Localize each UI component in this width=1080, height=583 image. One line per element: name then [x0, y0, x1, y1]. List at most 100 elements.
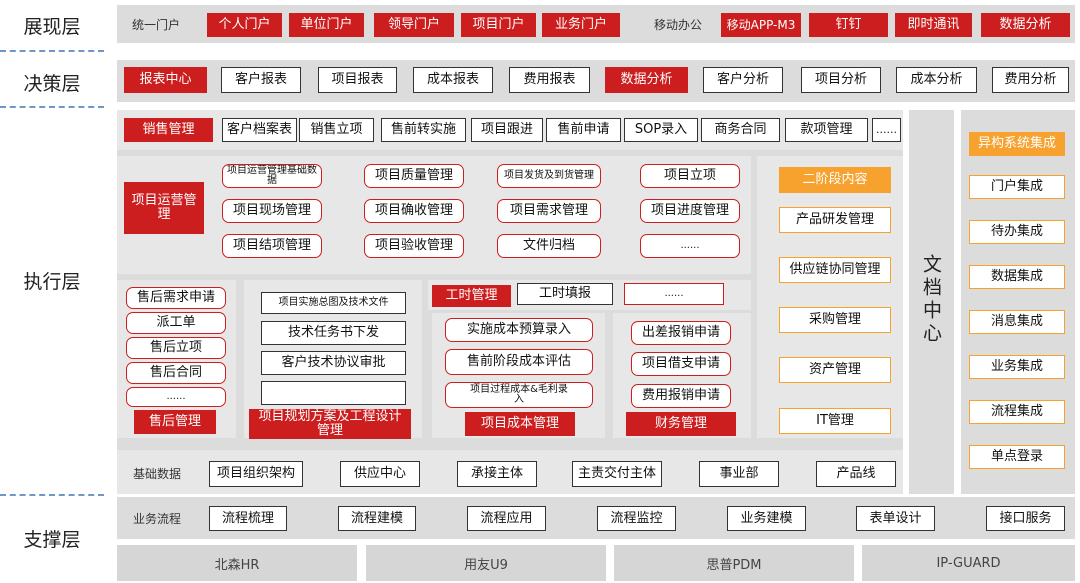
presales-cost-eval[interactable]: 售前阶段成本评估	[445, 349, 593, 375]
project-ops-more[interactable]: ......	[640, 234, 740, 258]
asset-management[interactable]: 资产管理	[779, 357, 891, 383]
project-quality[interactable]: 项目质量管理	[364, 164, 464, 188]
single-sign-on[interactable]: 单点登录	[969, 445, 1065, 469]
project-requirement[interactable]: 项目需求管理	[497, 199, 601, 223]
project-closing[interactable]: 项目结项管理	[222, 234, 322, 258]
after-sales-setup[interactable]: 售后立项	[126, 337, 226, 359]
project-report[interactable]: 项目报表	[318, 67, 397, 93]
planning-empty[interactable]	[261, 381, 406, 405]
business-integration[interactable]: 业务集成	[969, 355, 1065, 379]
message-integration[interactable]: 消息集成	[969, 310, 1065, 334]
portal-personal[interactable]: 个人门户	[207, 13, 282, 37]
travel-reimburse[interactable]: 出差报销申请	[631, 321, 731, 345]
project-shipping[interactable]: 项目发货及到货管理	[497, 164, 601, 188]
interface-service[interactable]: 接口服务	[986, 506, 1065, 531]
cost-title[interactable]: 项目成本管理	[465, 412, 575, 436]
sales-project-setup[interactable]: 销售立项	[299, 118, 374, 142]
sales-more[interactable]: ......	[872, 118, 901, 142]
impl-general-drawing[interactable]: 项目实施总图及技术文件	[261, 292, 406, 314]
expense-analysis[interactable]: 费用分析	[992, 67, 1069, 93]
file-archive[interactable]: 文件归档	[497, 234, 601, 258]
form-design[interactable]: 表单设计	[856, 506, 935, 531]
project-acceptance[interactable]: 项目验收管理	[364, 234, 464, 258]
project-ops-base-data[interactable]: 项目运营管理基础数据	[222, 164, 322, 188]
business-modeling[interactable]: 业务建模	[727, 506, 806, 531]
integration-title[interactable]: 异构系统集成	[969, 132, 1065, 156]
project-ops-title[interactable]: 项目运营管理	[124, 182, 204, 234]
flow-monitoring[interactable]: 流程监控	[597, 506, 676, 531]
todo-integration[interactable]: 待办集成	[969, 220, 1065, 244]
portal-unit[interactable]: 单位门户	[289, 13, 364, 37]
mobile-im[interactable]: 即时通讯	[895, 13, 972, 37]
portal-project[interactable]: 项目门户	[461, 13, 536, 37]
flow-modeling[interactable]: 流程建模	[338, 506, 416, 531]
tech-task-issue[interactable]: 技术任务书下发	[261, 321, 406, 345]
worktime-more[interactable]: ......	[624, 283, 724, 305]
data-analysis[interactable]: 数据分析	[605, 67, 688, 93]
procurement[interactable]: 采购管理	[779, 307, 891, 333]
flow-application[interactable]: 流程应用	[467, 506, 546, 531]
mobile-app[interactable]: 移动APP-M3	[721, 13, 801, 37]
cost-analysis[interactable]: 成本分析	[896, 67, 977, 93]
portal-integration[interactable]: 门户集成	[969, 175, 1065, 199]
phase2-title[interactable]: 二阶段内容	[779, 167, 891, 193]
contracting-entity[interactable]: 承接主体	[457, 461, 537, 487]
after-sales-title[interactable]: 售后管理	[134, 410, 216, 434]
impl-cost-budget[interactable]: 实施成本预算录入	[445, 318, 593, 342]
cost-report[interactable]: 成本报表	[413, 67, 493, 93]
after-sales-request[interactable]: 售后需求申请	[126, 287, 226, 309]
it-management[interactable]: IT管理	[779, 408, 891, 434]
mobile-dingtalk[interactable]: 钉钉	[809, 13, 888, 37]
sales-management[interactable]: 销售管理	[124, 118, 213, 142]
sales-presales-to-impl[interactable]: 售前转实施	[381, 118, 466, 142]
supply-chain[interactable]: 供应链协同管理	[779, 257, 891, 283]
project-acceptance-confirm[interactable]: 项目确收管理	[364, 199, 464, 223]
unified-portal-label: 统一门户	[132, 17, 181, 32]
process-cost-margin[interactable]: 项目过程成本&毛利录入	[445, 382, 593, 408]
expense-reimburse[interactable]: 费用报销申请	[631, 384, 731, 408]
delivery-entity[interactable]: 主责交付主体	[572, 461, 662, 487]
worktime-title[interactable]: 工时管理	[432, 285, 511, 307]
data-integration[interactable]: 数据集成	[969, 265, 1065, 289]
mobile-office-label: 移动办公	[654, 17, 703, 32]
report-center[interactable]: 报表中心	[124, 67, 207, 93]
portal-business[interactable]: 业务门户	[542, 13, 620, 37]
project-progress[interactable]: 项目进度管理	[640, 199, 740, 223]
product-rd[interactable]: 产品研发管理	[779, 207, 891, 233]
after-sales-contract[interactable]: 售后合同	[126, 362, 226, 384]
project-site[interactable]: 项目现场管理	[222, 199, 322, 223]
planning-title[interactable]: 项目规划方案及工程设计管理	[249, 409, 411, 439]
finance-title[interactable]: 财务管理	[626, 412, 736, 436]
mobile-analytics[interactable]: 数据分析	[981, 13, 1070, 37]
supply-center[interactable]: 供应中心	[340, 461, 420, 487]
divider	[0, 106, 104, 108]
sales-project-follow[interactable]: 项目跟进	[471, 118, 543, 142]
org-structure[interactable]: 项目组织架构	[209, 461, 303, 487]
dispatch-order[interactable]: 派工单	[126, 312, 226, 334]
project-analysis[interactable]: 项目分析	[801, 67, 881, 93]
sales-customer-file[interactable]: 客户档案表	[222, 118, 297, 142]
sales-sop-entry[interactable]: SOP录入	[624, 118, 698, 142]
layer-present: 展现层	[23, 15, 81, 38]
sales-contract[interactable]: 商务合同	[701, 118, 780, 142]
layer-execute: 执行层	[23, 270, 81, 293]
sales-payment[interactable]: 款项管理	[785, 118, 868, 142]
product-line[interactable]: 产品线	[816, 461, 896, 487]
project-setup[interactable]: 项目立项	[640, 164, 740, 188]
portal-leader[interactable]: 领导门户	[374, 13, 454, 37]
expense-report[interactable]: 费用报表	[509, 67, 590, 93]
process-integration[interactable]: 流程集成	[969, 400, 1065, 424]
customer-report[interactable]: 客户报表	[221, 67, 301, 93]
worktime-entry[interactable]: 工时填报	[517, 283, 613, 305]
sales-presales-apply[interactable]: 售前申请	[546, 118, 621, 142]
system-yonyou-u9: 用友U9	[366, 545, 606, 581]
customer-analysis[interactable]: 客户分析	[703, 67, 783, 93]
divider	[0, 494, 104, 496]
biz-flow-label: 业务流程	[133, 511, 182, 526]
business-unit[interactable]: 事业部	[699, 461, 779, 487]
layer-decision: 决策层	[23, 72, 81, 95]
flow-sorting[interactable]: 流程梳理	[209, 506, 287, 531]
customer-tech-agreement[interactable]: 客户技术协议审批	[261, 351, 406, 375]
after-sales-more[interactable]: ......	[126, 387, 226, 407]
project-loan[interactable]: 项目借支申请	[631, 352, 731, 376]
